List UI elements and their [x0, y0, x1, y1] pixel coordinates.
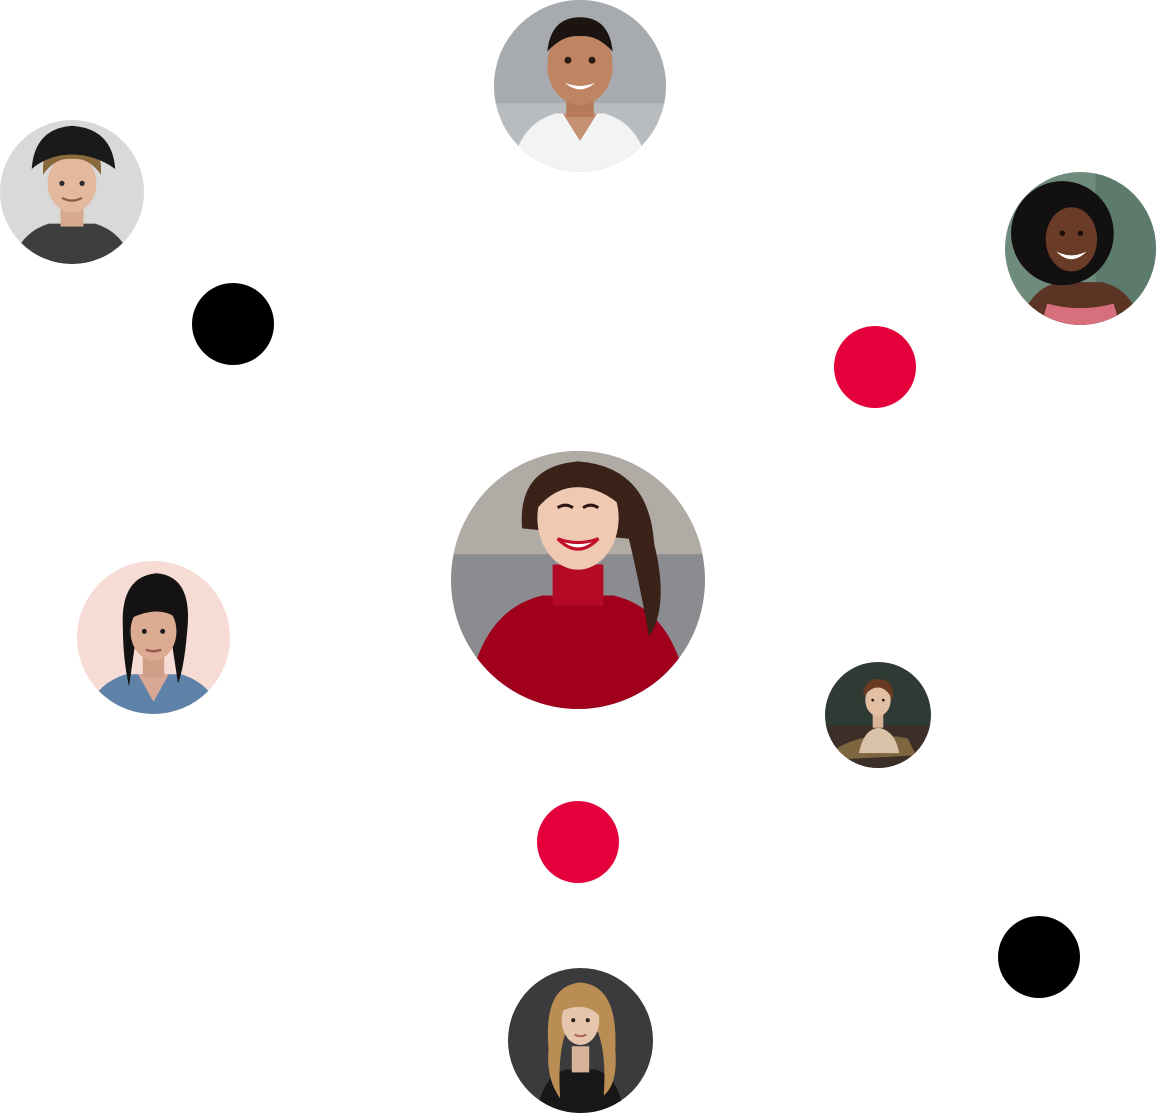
red-dot [834, 326, 916, 408]
user-avatar-icon [1005, 172, 1156, 325]
user-avatar-icon [494, 0, 666, 172]
avatar-man-white-tee [494, 0, 666, 172]
black-dot [192, 283, 274, 365]
avatar-woman-denim-jacket [77, 561, 230, 714]
avatar-woman-blonde [508, 968, 653, 1113]
user-avatar-icon [508, 968, 653, 1113]
avatar-network [0, 0, 1156, 1113]
user-avatar-icon [451, 451, 705, 709]
avatar-woman-curly-hair [1005, 172, 1156, 325]
user-avatar-icon [0, 120, 144, 264]
avatar-woman-red-sweater [451, 451, 705, 709]
avatar-young-man-hat [0, 120, 144, 264]
user-avatar-icon [825, 662, 931, 768]
user-avatar-icon [77, 561, 230, 714]
avatar-woman-portrait-painting [825, 662, 931, 768]
red-dot [537, 801, 619, 883]
black-dot [998, 916, 1080, 998]
